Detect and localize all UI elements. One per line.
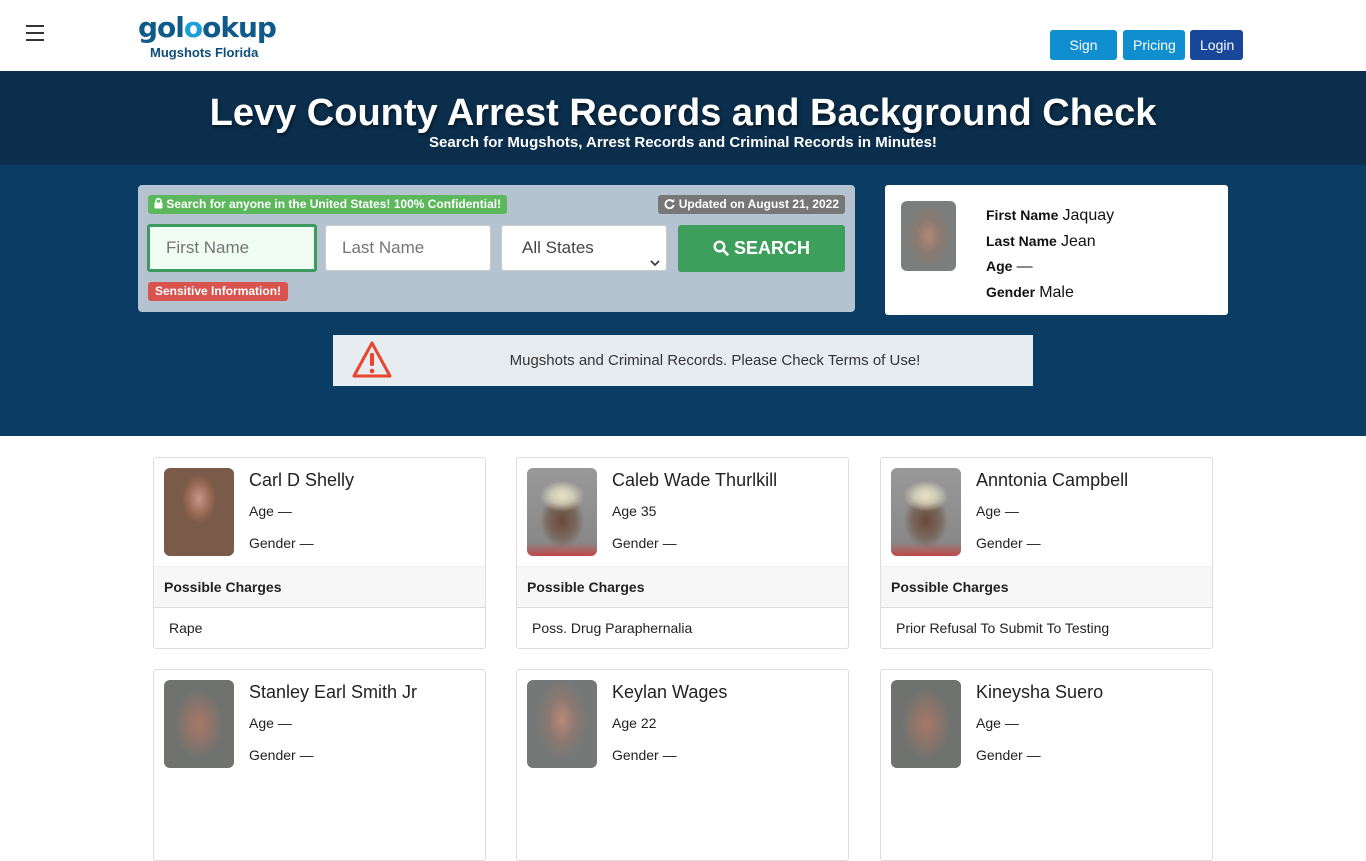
login-button[interactable]: Login [1190,30,1243,60]
record-charge: Rape [169,620,203,636]
record-card[interactable]: Kineysha Suero Age — Gender — [880,669,1213,861]
record-age: Age — [976,715,1019,731]
mugshot-photo [891,680,961,768]
record-age: Age — [249,503,292,519]
record-name[interactable]: Stanley Earl Smith Jr [249,682,417,703]
search-button[interactable]: SEARCH [678,225,845,272]
mugshot-photo [891,468,961,556]
record-card[interactable]: Carl D Shelly Age — Gender — Possible Ch… [153,457,486,649]
confidential-badge: Search for anyone in the United States! … [148,195,508,214]
refresh-icon [664,197,678,211]
pricing-button[interactable]: Pricing [1123,30,1185,60]
state-select[interactable]: All States [501,225,667,271]
record-gender: Gender — [976,747,1041,763]
record-gender: Gender — [976,535,1041,551]
record-gender: Gender — [249,747,314,763]
first-name-input[interactable] [147,224,317,272]
record-name[interactable]: Anntonia Campbell [976,470,1128,491]
mugshot-photo [527,680,597,768]
last-name-input[interactable] [325,225,491,271]
featured-profile-card[interactable]: First Name Jaquay Last Name Jean Age — G… [885,185,1228,315]
record-charge: Prior Refusal To Submit To Testing [896,620,1110,636]
profile-photo [901,201,956,271]
search-panel: Search for anyone in the United States! … [138,185,855,312]
record-gender: Gender — [612,747,677,763]
terms-notice: Mugshots and Criminal Records. Please Ch… [333,335,1033,386]
record-card[interactable]: Stanley Earl Smith Jr Age — Gender — [153,669,486,861]
profile-details: First Name Jaquay Last Name Jean Age — G… [986,203,1114,305]
hamburger-icon[interactable] [26,25,44,41]
updated-badge: Updated on August 21, 2022 [658,195,845,214]
record-name[interactable]: Kineysha Suero [976,682,1103,703]
mugshot-photo [164,468,234,556]
top-navbar: golookup Mugshots Florida Sign Up Pricin… [0,0,1366,83]
page-title: Levy County Arrest Records and Backgroun… [209,92,1157,134]
record-age: Age 22 [612,715,657,731]
record-name[interactable]: Carl D Shelly [249,470,354,491]
site-logo[interactable]: golookup Mugshots Florida [138,12,278,62]
mugshot-photo [527,468,597,556]
logo-wordmark: golookup [138,11,277,44]
notice-text: Mugshots and Criminal Records. Please Ch… [509,352,921,369]
record-gender: Gender — [612,535,677,551]
logo-subtitle: Mugshots Florida [150,45,259,60]
sensitive-info-badge: Sensitive Information! [148,282,289,301]
record-card[interactable]: Keylan Wages Age 22 Gender — [516,669,849,861]
record-name[interactable]: Keylan Wages [612,682,727,703]
record-gender: Gender — [249,535,314,551]
hero-title-band: Levy County Arrest Records and Backgroun… [0,71,1366,165]
profile-gender: Gender Male [986,283,1074,301]
record-card[interactable]: Anntonia Campbell Age — Gender — Possibl… [880,457,1213,649]
sign-up-button[interactable]: Sign Up [1050,30,1117,83]
record-charge: Poss. Drug Paraphernalia [532,620,693,636]
record-card[interactable]: Caleb Wade Thurlkill Age 35 Gender — Pos… [516,457,849,649]
search-icon [713,238,734,258]
mugshot-photo [164,680,234,768]
profile-age: Age — [986,258,1033,275]
charges-header: Possible Charges [881,566,1212,608]
profile-first-name: First Name Jaquay [986,207,1115,224]
chevron-down-icon [650,242,660,286]
charges-header: Possible Charges [517,566,848,608]
record-age: Age 35 [612,503,657,519]
profile-last-name: Last Name Jean [986,232,1096,250]
record-age: Age — [249,715,292,731]
record-name[interactable]: Caleb Wade Thurlkill [612,470,777,491]
lock-icon [154,197,166,211]
charges-header: Possible Charges [154,566,485,608]
page-subtitle: Search for Mugshots, Arrest Records and … [429,134,937,151]
record-age: Age — [976,503,1019,519]
